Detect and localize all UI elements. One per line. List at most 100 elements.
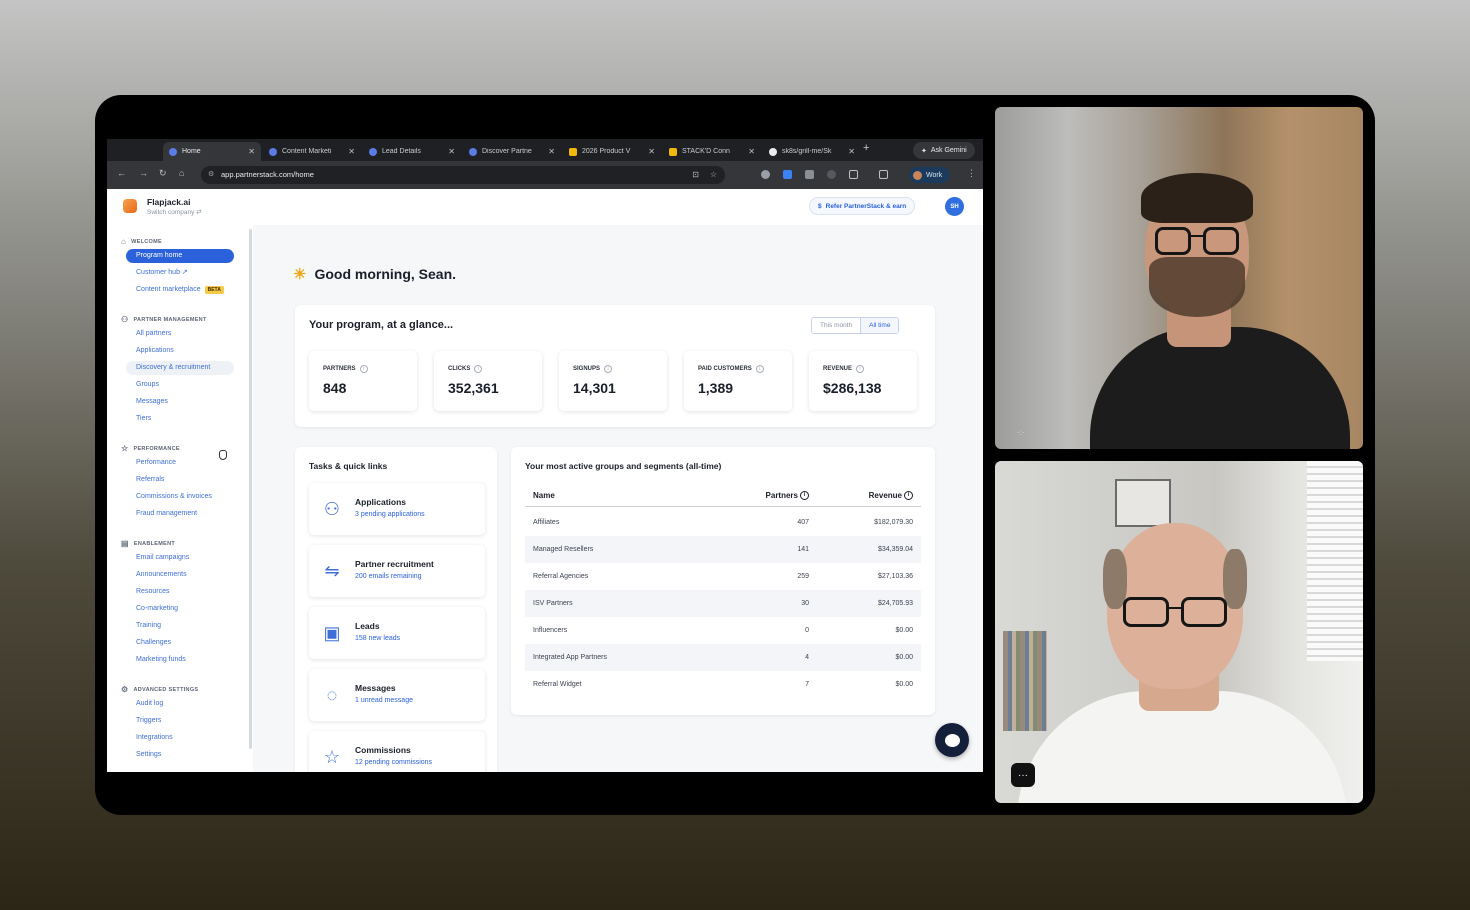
- sidebar-item-triggers[interactable]: Triggers: [126, 714, 234, 728]
- sidebar-item-program-home[interactable]: Program home: [126, 249, 234, 263]
- stat-card[interactable]: SIGNUPS i 14,301: [559, 351, 667, 411]
- profile-label: Work: [926, 171, 943, 179]
- reload-icon[interactable]: ↻: [159, 168, 167, 179]
- ask-gemini-button[interactable]: ✦ Ask Gemini: [913, 142, 975, 159]
- sidebar-item-customer-hub[interactable]: Customer hub ↗: [126, 266, 234, 280]
- info-icon[interactable]: i: [856, 365, 865, 373]
- address-bar[interactable]: ⚙ app.partnerstack.com/home ⊡ ☆: [201, 166, 725, 184]
- sidebar-scrollbar[interactable]: [249, 229, 252, 749]
- participant-video-1[interactable]: ·:·: [995, 107, 1363, 449]
- table-row[interactable]: Referral Widget 7 $0.00: [525, 671, 921, 698]
- close-icon[interactable]: ✕: [548, 147, 555, 156]
- sidebar-item-settings[interactable]: Settings: [126, 748, 234, 762]
- task-applications[interactable]: ⚇ Applications 3 pending applications: [309, 483, 485, 535]
- extension-icon[interactable]: [761, 170, 770, 179]
- profile-chip[interactable]: Work: [909, 167, 951, 183]
- table-row[interactable]: Affiliates 407 $182,079.30: [525, 509, 921, 536]
- sidebar-item-marketing-funds[interactable]: Marketing funds: [126, 653, 234, 667]
- chat-bubble-icon: [944, 733, 960, 747]
- stat-card[interactable]: CLICKS i 352,361: [434, 351, 542, 411]
- sidebar-item-announcements[interactable]: Announcements: [126, 568, 234, 582]
- task-partner-recruitment[interactable]: ⇋ Partner recruitment 200 emails remaini…: [309, 545, 485, 597]
- participant-video-2[interactable]: ···: [995, 461, 1363, 803]
- sidebar-item-challenges[interactable]: Challenges: [126, 636, 234, 650]
- side-panel-icon[interactable]: [879, 170, 888, 179]
- sidebar-item-content-marketplace[interactable]: Content marketplace BETA: [126, 283, 234, 297]
- table-row[interactable]: ISV Partners 30 $24,705.93: [525, 590, 921, 617]
- table-row[interactable]: Managed Resellers 141 $34,359.04: [525, 536, 921, 563]
- range-all-time[interactable]: All time: [860, 318, 899, 333]
- info-icon[interactable]: i: [359, 365, 368, 373]
- home-icon[interactable]: ⌂: [179, 168, 184, 178]
- column-header-partners[interactable]: Partners i: [766, 485, 809, 507]
- sidebar-item-performance[interactable]: Performance: [126, 456, 234, 470]
- extension-icon[interactable]: [805, 170, 814, 179]
- switch-company-link[interactable]: Switch company ⇄: [147, 208, 202, 216]
- close-icon[interactable]: ✕: [648, 147, 655, 156]
- tab-content-marketing[interactable]: Content Marketi ✕: [263, 142, 361, 161]
- more-options-button[interactable]: ···: [1011, 763, 1035, 787]
- sidebar-item-groups[interactable]: Groups: [126, 378, 234, 392]
- new-tab-button[interactable]: +: [863, 142, 869, 154]
- info-icon[interactable]: i: [800, 491, 809, 501]
- table-row[interactable]: Referral Agencies 259 $27,103.36: [525, 563, 921, 590]
- back-icon[interactable]: ←: [117, 168, 126, 178]
- task-commissions[interactable]: ☆ Commissions 12 pending commissions: [309, 731, 485, 772]
- close-icon[interactable]: ✕: [448, 147, 455, 156]
- chat-support-button[interactable]: [935, 723, 969, 757]
- task-leads[interactable]: ▣ Leads 158 new leads: [309, 607, 485, 659]
- task-title: Messages: [355, 683, 396, 693]
- close-icon[interactable]: ✕: [848, 147, 855, 156]
- stat-card[interactable]: REVENUE i $286,138: [809, 351, 917, 411]
- sidebar-item-fraud[interactable]: Fraud management: [126, 507, 234, 521]
- tab-product[interactable]: 2026 Product V ✕: [563, 142, 661, 161]
- forward-icon[interactable]: →: [139, 168, 148, 178]
- sidebar-item-integrations[interactable]: Integrations: [126, 731, 234, 745]
- sidebar-item-training[interactable]: Training: [126, 619, 234, 633]
- sidebar-item-commissions[interactable]: Commissions & invoices: [126, 490, 234, 504]
- sidebar-item-discovery[interactable]: Discovery & recruitment: [126, 361, 234, 375]
- extension-icon[interactable]: [783, 170, 792, 179]
- info-icon[interactable]: i: [904, 491, 913, 501]
- table-row[interactable]: Integrated App Partners 4 $0.00: [525, 644, 921, 671]
- column-header-name[interactable]: Name: [533, 485, 555, 507]
- sidebar-item-applications[interactable]: Applications: [126, 344, 234, 358]
- extensions-puzzle-icon[interactable]: [849, 170, 858, 179]
- tab-lead-details[interactable]: Lead Details ✕: [363, 142, 461, 161]
- info-icon[interactable]: i: [604, 365, 613, 373]
- stat-card[interactable]: PARTNERS i 848: [309, 351, 417, 411]
- tab-discover-partners[interactable]: Discover Partne ✕: [463, 142, 561, 161]
- sidebar-item-audit-log[interactable]: Audit log: [126, 697, 234, 711]
- sidebar-item-tiers[interactable]: Tiers: [126, 412, 234, 426]
- stat-card[interactable]: PAID CUSTOMERS i 1,389: [684, 351, 792, 411]
- close-icon[interactable]: ✕: [248, 147, 255, 156]
- sidebar-item-all-partners[interactable]: All partners: [126, 327, 234, 341]
- tab-title: Lead Details: [382, 148, 421, 155]
- stat-label: CLICKS i: [448, 365, 483, 373]
- refer-button[interactable]: $ Refer PartnerStack & earn: [809, 197, 916, 215]
- sidebar-item-messages[interactable]: Messages: [126, 395, 234, 409]
- browser-menu-icon[interactable]: ⋮: [967, 168, 976, 179]
- sidebar-item-referrals[interactable]: Referrals: [126, 473, 234, 487]
- task-messages[interactable]: ◌ Messages 1 unread message: [309, 669, 485, 721]
- sidebar-item-email-campaigns[interactable]: Email campaigns: [126, 551, 234, 565]
- info-icon[interactable]: i: [474, 365, 483, 373]
- close-icon[interactable]: ✕: [348, 147, 355, 156]
- user-avatar[interactable]: SH: [945, 197, 964, 216]
- tab-home[interactable]: Home ✕: [163, 142, 261, 161]
- column-header-revenue[interactable]: Revenue i: [869, 485, 913, 507]
- sidebar-item-co-marketing[interactable]: Co-marketing: [126, 602, 234, 616]
- close-icon[interactable]: ✕: [748, 147, 755, 156]
- stat-value: 1,389: [698, 380, 734, 396]
- tab-stackd[interactable]: STACK'D Conn ✕: [663, 142, 761, 161]
- tab-github[interactable]: sk8s/grill-me/Sk ✕: [763, 142, 861, 161]
- info-icon[interactable]: i: [755, 365, 764, 373]
- bookmark-star-icon[interactable]: ☆: [710, 166, 717, 184]
- table-row[interactable]: Influencers 0 $0.00: [525, 617, 921, 644]
- extension-icon[interactable]: [827, 170, 836, 179]
- install-icon[interactable]: ⊡: [692, 166, 699, 184]
- stat-label-text: REVENUE: [823, 366, 853, 372]
- range-this-month[interactable]: This month: [812, 318, 860, 333]
- row-name: Integrated App Partners: [533, 654, 607, 661]
- sidebar-item-resources[interactable]: Resources: [126, 585, 234, 599]
